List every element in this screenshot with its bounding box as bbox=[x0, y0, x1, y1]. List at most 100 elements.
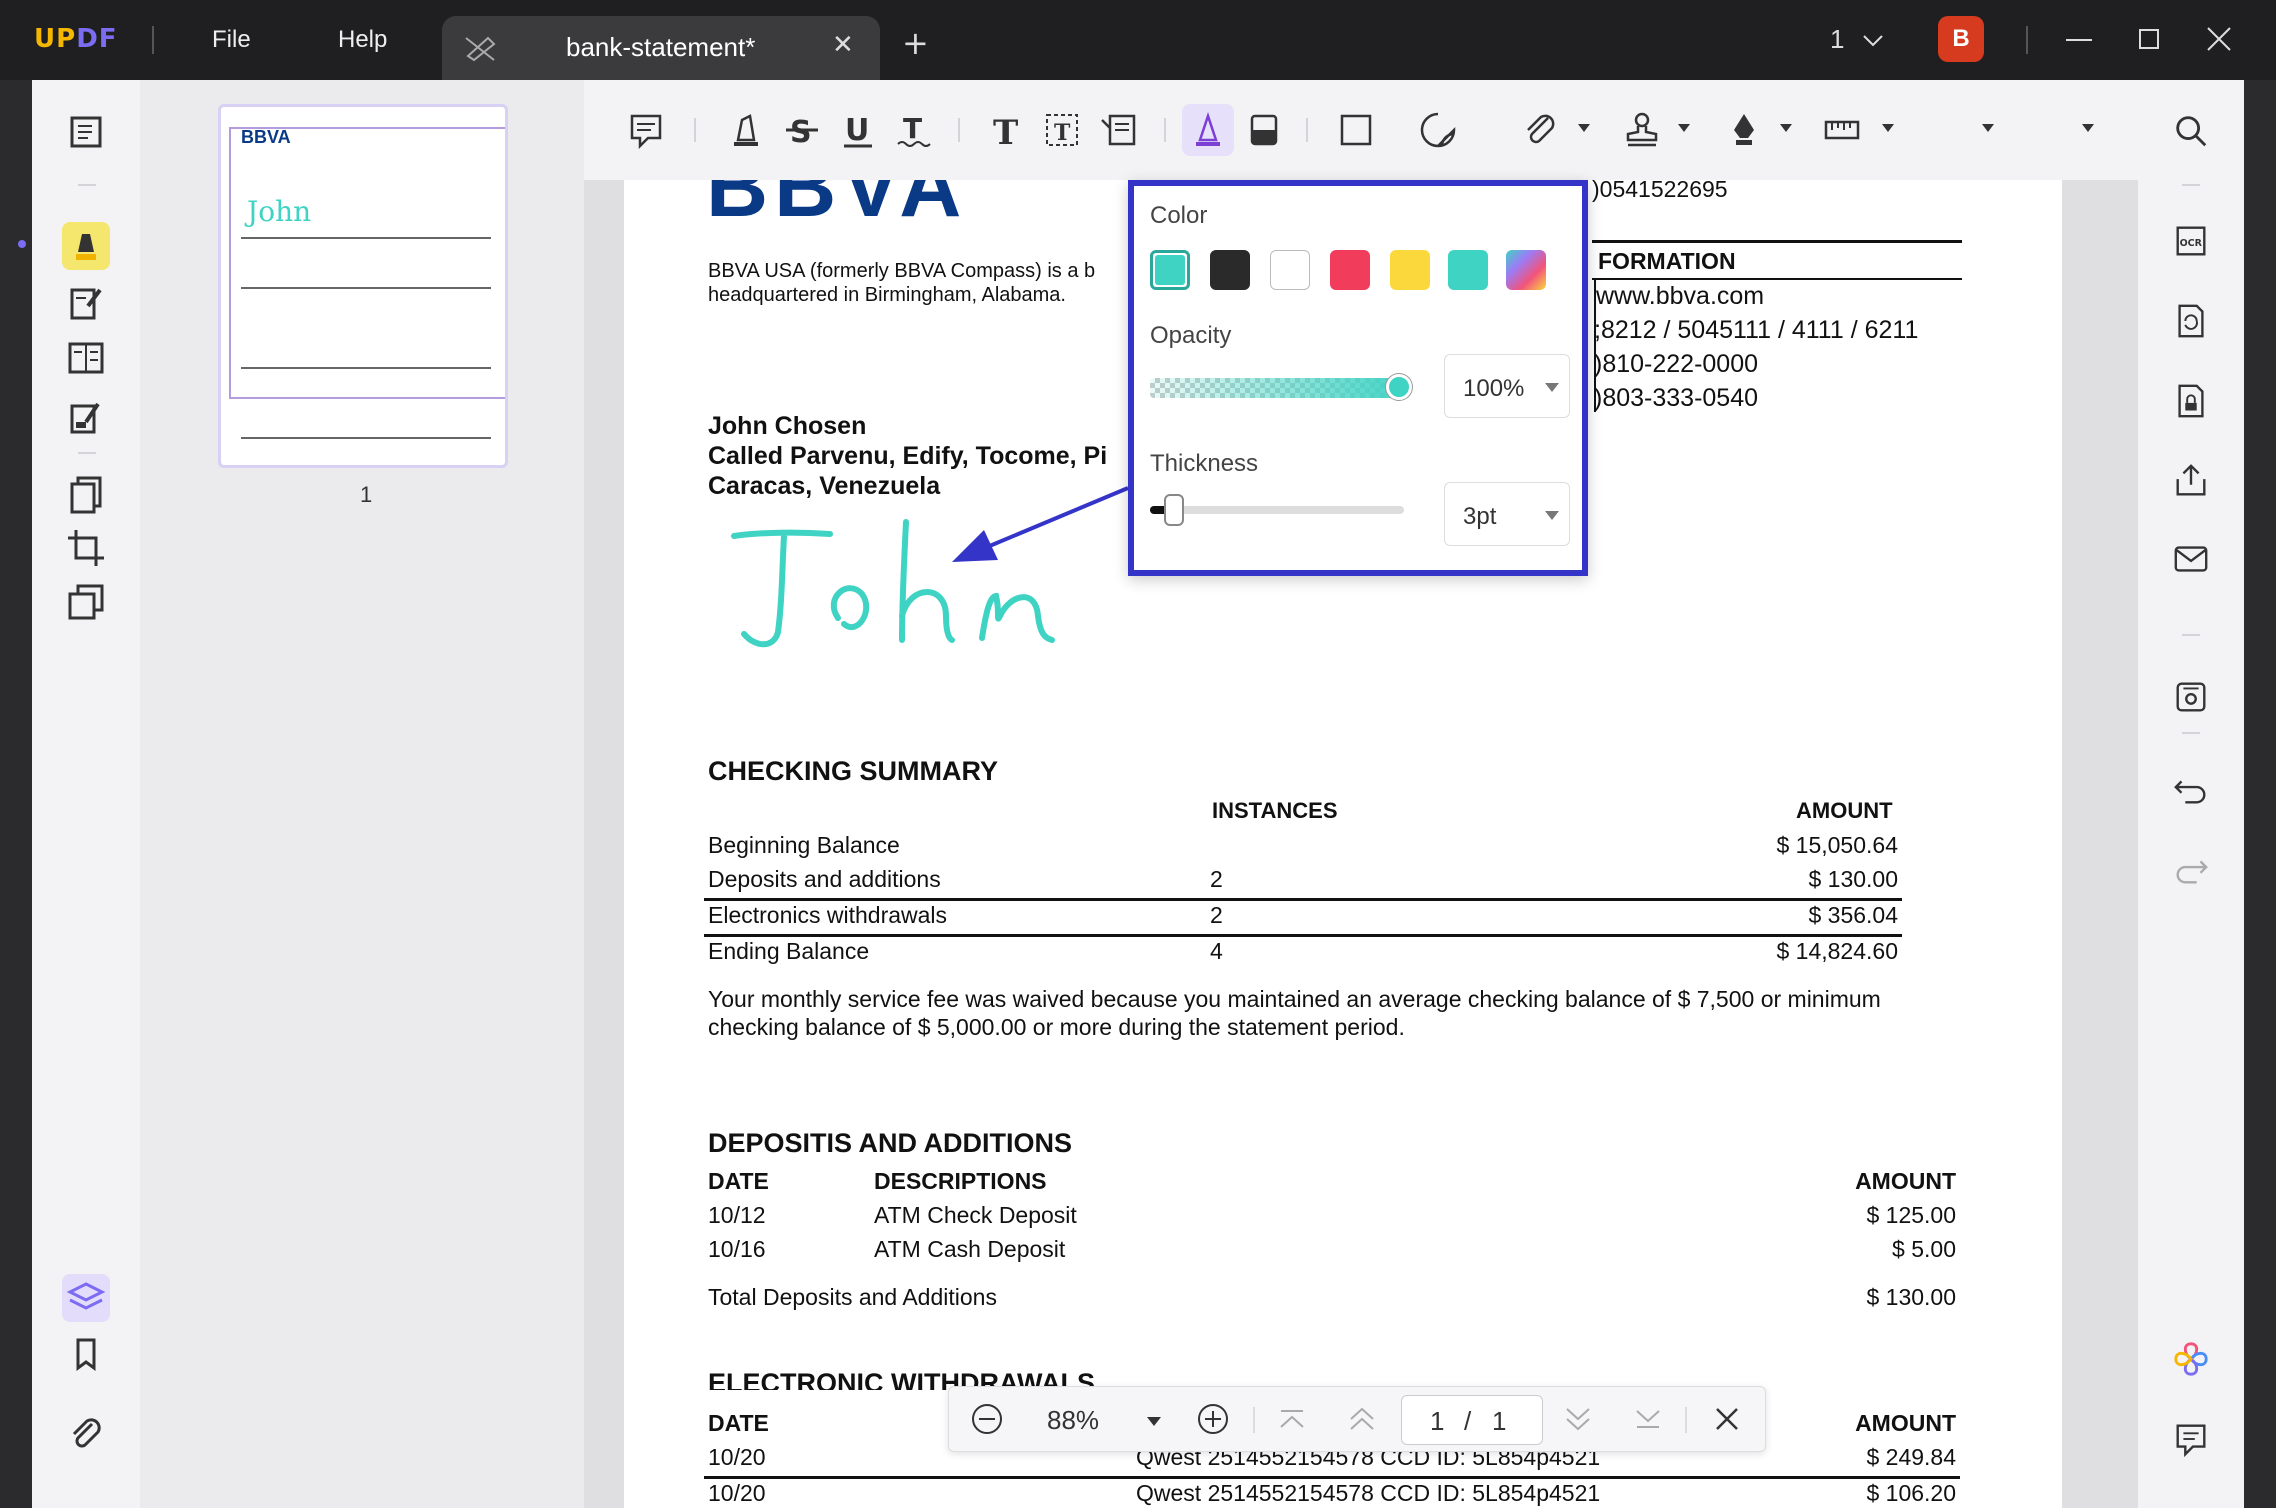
stack-icon bbox=[68, 584, 104, 620]
total-pages: 1 bbox=[1492, 1406, 1507, 1436]
text-box-icon: T bbox=[1046, 114, 1078, 146]
document-tab[interactable]: bank-statement* ✕ bbox=[442, 16, 880, 80]
highlight-button[interactable] bbox=[720, 104, 772, 156]
signature-button[interactable] bbox=[1718, 104, 1770, 156]
organize-pages-button[interactable] bbox=[62, 334, 110, 382]
ocr-button[interactable]: OCR bbox=[2168, 218, 2214, 264]
email-button[interactable] bbox=[2168, 536, 2214, 582]
squiggly-button[interactable]: T bbox=[888, 104, 940, 156]
thickness-slider[interactable] bbox=[1150, 506, 1404, 514]
text-callout-button[interactable] bbox=[1092, 104, 1144, 156]
chevron-down-icon[interactable] bbox=[1882, 124, 1894, 132]
chevron-down-icon[interactable] bbox=[1147, 1417, 1161, 1426]
thumbnail-viewport bbox=[229, 127, 505, 399]
close-icon bbox=[2207, 27, 2231, 51]
search-button[interactable] bbox=[2168, 108, 2214, 154]
first-page-button[interactable] bbox=[1275, 1401, 1309, 1444]
checking-row-label: Beginning Balance bbox=[708, 832, 900, 858]
underline-icon: U bbox=[844, 113, 872, 148]
zoom-level[interactable]: 88% bbox=[1047, 1405, 1099, 1436]
pencil-button[interactable] bbox=[1182, 104, 1234, 156]
color-swatch-teal[interactable] bbox=[1448, 250, 1488, 290]
menu-file[interactable]: File bbox=[212, 26, 251, 54]
zoom-out-button[interactable] bbox=[969, 1401, 1005, 1444]
tab-close-button[interactable]: ✕ bbox=[832, 30, 854, 60]
new-tab-button[interactable]: + bbox=[902, 24, 929, 62]
text-box-button[interactable]: T bbox=[1036, 104, 1088, 156]
account-number: )0541522695 bbox=[1592, 176, 1728, 202]
opacity-slider-handle[interactable] bbox=[1386, 374, 1412, 400]
convert-button[interactable] bbox=[62, 470, 110, 518]
thickness-slider-handle[interactable] bbox=[1164, 494, 1184, 526]
next-page-button[interactable] bbox=[1561, 1401, 1595, 1444]
shape-button[interactable] bbox=[1330, 104, 1382, 156]
attachment-button[interactable] bbox=[62, 1410, 110, 1458]
thickness-dropdown[interactable]: 3pt bbox=[1444, 482, 1570, 546]
arrow-annotation[interactable] bbox=[940, 480, 1140, 570]
separator bbox=[2182, 732, 2200, 734]
color-swatch-selected[interactable] bbox=[1150, 250, 1190, 290]
edit-pdf-button[interactable] bbox=[62, 278, 110, 326]
bookmark-button[interactable] bbox=[62, 1330, 110, 1378]
zoom-in-button[interactable] bbox=[1195, 1401, 1231, 1444]
deposits-total-label: Total Deposits and Additions bbox=[708, 1284, 997, 1310]
page-thumbnail[interactable]: BBVA John bbox=[218, 104, 508, 468]
opacity-slider[interactable] bbox=[1150, 378, 1410, 398]
undo-button[interactable] bbox=[2168, 766, 2214, 812]
chevron-down-icon[interactable] bbox=[2082, 124, 2094, 132]
save-button[interactable] bbox=[2168, 674, 2214, 720]
reader-mode-button[interactable] bbox=[62, 108, 110, 156]
custom-color-picker[interactable] bbox=[1506, 250, 1546, 290]
comment-mode-button[interactable] bbox=[62, 222, 110, 270]
unsaved-edit-icon bbox=[464, 34, 498, 67]
measure-button[interactable] bbox=[1816, 104, 1868, 156]
maximize-button[interactable] bbox=[2134, 20, 2164, 65]
protect-pdf-button[interactable] bbox=[2168, 378, 2214, 424]
previous-page-button[interactable] bbox=[1345, 1401, 1379, 1444]
pencil-properties-popup: Color Opacity 100% Thickness 3pt bbox=[1128, 180, 1588, 576]
highlighter-icon bbox=[734, 114, 758, 146]
window-page-selector[interactable]: 1 bbox=[1830, 24, 1884, 55]
sticky-note-button[interactable] bbox=[620, 104, 672, 156]
mail-icon bbox=[2174, 546, 2208, 572]
last-page-button[interactable] bbox=[1631, 1401, 1665, 1444]
share-button[interactable] bbox=[2168, 458, 2214, 504]
minimize-button[interactable] bbox=[2064, 20, 2094, 65]
close-window-button[interactable] bbox=[2204, 20, 2234, 65]
page-number-field[interactable]: 1 / 1 bbox=[1401, 1395, 1543, 1445]
thumbnail-line bbox=[241, 437, 491, 439]
color-swatch-red[interactable] bbox=[1330, 250, 1370, 290]
paperclip-icon bbox=[1527, 114, 1555, 144]
protect-button[interactable] bbox=[62, 578, 110, 626]
layers-button[interactable] bbox=[62, 1274, 110, 1322]
strikethrough-button[interactable]: S bbox=[776, 104, 828, 156]
withdrawal-date: 10/20 bbox=[708, 1480, 766, 1506]
close-zoombar-button[interactable] bbox=[1709, 1401, 1745, 1444]
title-separator bbox=[152, 26, 154, 54]
redo-button[interactable] bbox=[2168, 846, 2214, 892]
user-avatar[interactable]: B bbox=[1938, 16, 1984, 62]
stamp-button[interactable] bbox=[1616, 104, 1668, 156]
sticker-button[interactable] bbox=[1412, 104, 1464, 156]
attach-file-button[interactable] bbox=[1514, 104, 1566, 156]
crop-button[interactable] bbox=[62, 524, 110, 572]
eraser-button[interactable] bbox=[1238, 104, 1290, 156]
chevron-down-icon[interactable] bbox=[1982, 124, 1994, 132]
opacity-dropdown[interactable]: 100% bbox=[1444, 354, 1570, 418]
color-swatch-black[interactable] bbox=[1210, 250, 1250, 290]
chevron-down-icon[interactable] bbox=[1678, 124, 1690, 132]
convert-pdf-button[interactable] bbox=[2168, 298, 2214, 344]
color-swatch-yellow[interactable] bbox=[1390, 250, 1430, 290]
chevron-down-icon[interactable] bbox=[1578, 124, 1590, 132]
comments-panel-button[interactable] bbox=[2168, 1416, 2214, 1462]
color-swatch-white[interactable] bbox=[1270, 250, 1310, 290]
fill-sign-button[interactable] bbox=[62, 392, 110, 440]
text-comment-button[interactable]: T bbox=[980, 104, 1032, 156]
separator bbox=[1253, 1407, 1255, 1433]
menu-help[interactable]: Help bbox=[338, 26, 387, 54]
underline-button[interactable]: U bbox=[832, 104, 884, 156]
ai-assistant-button[interactable] bbox=[2168, 1336, 2214, 1382]
chevron-down-icon[interactable] bbox=[1780, 124, 1792, 132]
rectangle-icon bbox=[1340, 114, 1372, 146]
thickness-value: 3pt bbox=[1463, 503, 1497, 530]
